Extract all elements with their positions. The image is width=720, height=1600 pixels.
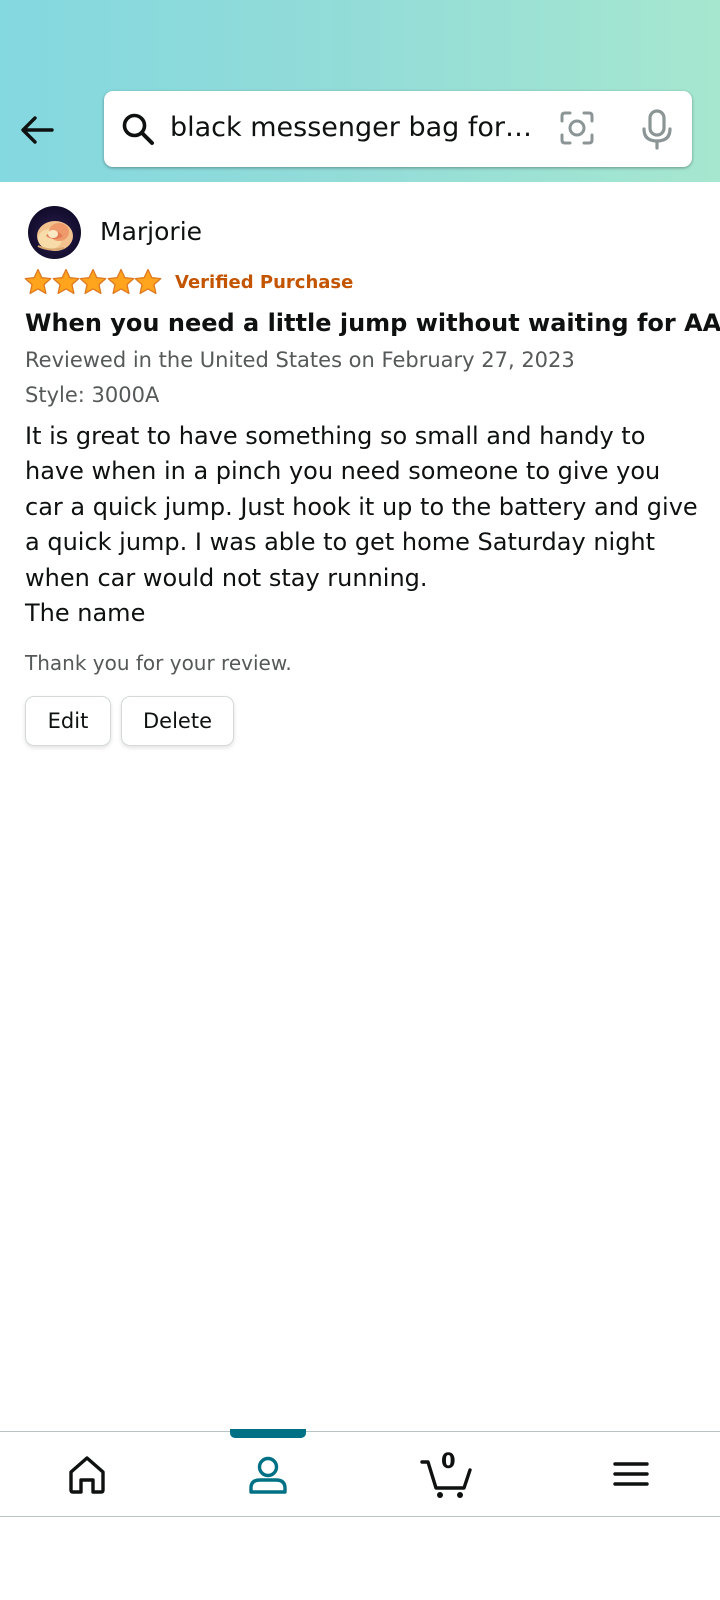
verified-purchase-badge: Verified Purchase bbox=[175, 272, 354, 293]
star-icon bbox=[134, 268, 162, 295]
thank-you-message: Thank you for your review. bbox=[25, 651, 292, 675]
nav-account[interactable] bbox=[243, 1450, 293, 1500]
review-date: Reviewed in the United States on Februar… bbox=[25, 348, 575, 372]
nav-menu[interactable] bbox=[607, 1450, 657, 1500]
back-button[interactable] bbox=[18, 110, 58, 150]
review-title: When you need a little jump without wait… bbox=[25, 309, 720, 337]
microphone-icon[interactable] bbox=[638, 109, 676, 151]
review-style: Style: 3000A bbox=[25, 383, 160, 407]
nav-cart[interactable]: 0 bbox=[420, 1450, 476, 1500]
active-tab-indicator bbox=[230, 1429, 306, 1438]
hamburger-menu-icon bbox=[613, 1462, 649, 1486]
search-bar[interactable]: black messenger bag for men bbox=[104, 91, 692, 167]
cart-count-badge: 0 bbox=[441, 1449, 456, 1473]
review-body-paragraph: It is great to have something so small a… bbox=[25, 422, 698, 592]
edit-button[interactable]: Edit bbox=[25, 696, 111, 746]
search-input[interactable]: black messenger bag for men bbox=[170, 109, 540, 147]
star-rating bbox=[24, 268, 162, 298]
reviewer-name: Marjorie bbox=[100, 217, 203, 246]
star-icon bbox=[79, 268, 107, 295]
delete-button[interactable]: Delete bbox=[121, 696, 234, 746]
rose-avatar-icon bbox=[37, 221, 73, 251]
nav-home[interactable] bbox=[62, 1450, 112, 1500]
star-icon bbox=[24, 268, 52, 295]
review-body-paragraph: The name bbox=[25, 599, 146, 628]
review-body: It is great to have something so small a… bbox=[25, 419, 705, 631]
home-icon bbox=[69, 1456, 105, 1494]
bottom-nav: 0 bbox=[0, 1429, 720, 1517]
star-icon bbox=[107, 268, 134, 295]
camera-lens-icon[interactable] bbox=[558, 109, 596, 147]
top-header: black messenger bag for men bbox=[0, 0, 720, 182]
account-icon bbox=[249, 1456, 287, 1494]
back-arrow-icon bbox=[21, 116, 54, 144]
star-icon bbox=[52, 268, 79, 295]
avatar bbox=[28, 206, 81, 259]
search-icon[interactable] bbox=[120, 111, 156, 147]
